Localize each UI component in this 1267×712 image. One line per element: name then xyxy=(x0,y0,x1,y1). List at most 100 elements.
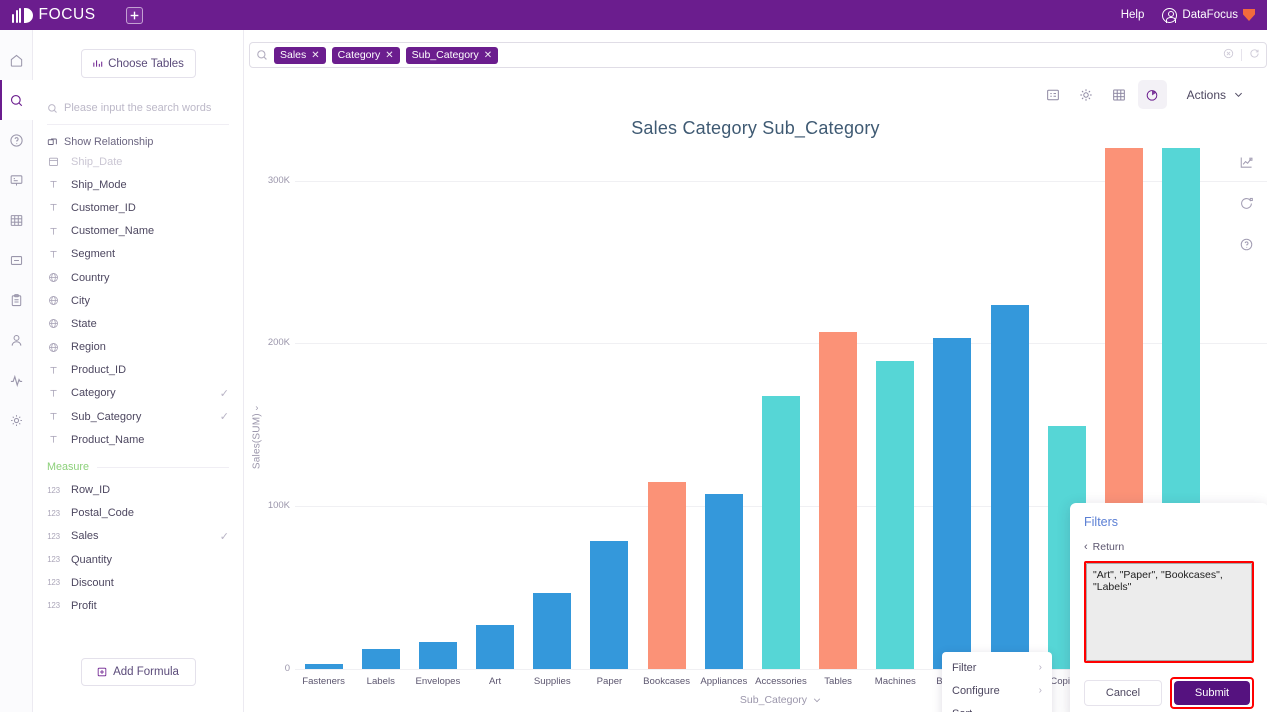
bar[interactable] xyxy=(361,648,400,669)
field-row[interactable]: 123 Quantity xyxy=(33,548,243,571)
field-row[interactable]: Category ✓ xyxy=(33,382,243,405)
chip-remove-icon[interactable]: ✕ xyxy=(385,50,393,61)
chart-help-button[interactable] xyxy=(1239,237,1254,252)
bar[interactable] xyxy=(304,664,343,669)
rail-item-monitor[interactable] xyxy=(0,360,33,400)
field-type-icon xyxy=(47,202,60,213)
help-link[interactable]: Help xyxy=(1121,9,1145,21)
bar[interactable] xyxy=(990,304,1029,669)
chart-settings-button[interactable] xyxy=(1072,80,1101,109)
field-row[interactable]: City xyxy=(33,289,243,312)
bar-column[interactable]: Envelopes xyxy=(409,148,466,687)
field-label: Region xyxy=(71,341,106,354)
bar[interactable] xyxy=(876,360,915,669)
search-chip[interactable]: Sales ✕ xyxy=(274,46,326,64)
filter-value-textarea[interactable] xyxy=(1086,563,1252,661)
bar[interactable] xyxy=(418,642,457,669)
rail-item-dashboard[interactable] xyxy=(0,160,33,200)
rail-item-account[interactable] xyxy=(0,320,33,360)
bar[interactable] xyxy=(647,481,686,669)
field-row[interactable]: Ship_Date xyxy=(33,150,243,173)
bar-column[interactable]: Accessories xyxy=(752,148,809,687)
bar[interactable] xyxy=(819,332,858,669)
field-row[interactable]: State xyxy=(33,312,243,335)
summary-view-button[interactable] xyxy=(1039,80,1068,109)
bar[interactable] xyxy=(533,592,572,669)
bar-column[interactable]: Paper xyxy=(581,148,638,687)
search-bar[interactable]: Sales ✕ Category ✕ Sub_Category ✕ xyxy=(249,42,1267,68)
refresh-search-button[interactable] xyxy=(1249,46,1260,64)
field-row[interactable]: 123 Sales ✓ xyxy=(33,525,243,548)
bar-column[interactable]: Machines xyxy=(867,148,924,687)
bar[interactable] xyxy=(476,624,515,669)
bar[interactable] xyxy=(704,493,743,669)
rail-item-home[interactable] xyxy=(0,40,33,80)
bar-column[interactable]: Labels xyxy=(352,148,409,687)
refresh-icon xyxy=(1250,49,1259,58)
field-row[interactable]: 123 Row_ID xyxy=(33,478,243,501)
choose-tables-button[interactable]: Choose Tables xyxy=(80,49,196,78)
field-row[interactable]: 123 Discount xyxy=(33,571,243,594)
field-row[interactable]: Region xyxy=(33,336,243,359)
rail-item-search[interactable] xyxy=(0,80,33,120)
field-type-icon: 123 xyxy=(47,485,60,495)
actions-dropdown[interactable]: Actions xyxy=(1187,88,1244,102)
field-row[interactable]: 123 Profit xyxy=(33,594,243,617)
bar-column[interactable]: Appliances xyxy=(695,148,752,687)
summary-icon xyxy=(1047,89,1059,100)
bar-column[interactable]: Bookcases xyxy=(638,148,695,687)
app-logo[interactable]: FOCUS xyxy=(12,6,96,24)
context-menu-item[interactable]: Sort xyxy=(942,702,1052,712)
bar-column[interactable]: Tables xyxy=(810,148,867,687)
x-axis-tick: Art xyxy=(488,676,502,687)
filters-return-button[interactable]: ‹ Return xyxy=(1084,541,1254,553)
data-panel-search[interactable]: Please input the search words xyxy=(47,102,229,125)
search-chip[interactable]: Sub_Category ✕ xyxy=(405,46,499,64)
submit-button[interactable]: Submit xyxy=(1174,681,1250,705)
bar-column[interactable]: Storage xyxy=(981,148,1038,687)
field-row[interactable]: Customer_ID xyxy=(33,196,243,219)
field-row[interactable]: Customer_Name xyxy=(33,220,243,243)
rail-item-help[interactable] xyxy=(0,120,33,160)
bar-column[interactable]: Supplies xyxy=(524,148,581,687)
account-menu[interactable]: DataFocus xyxy=(1162,7,1255,23)
context-menu-item[interactable]: Configure › xyxy=(942,679,1052,702)
y-axis-label[interactable]: Sales(SUM) › xyxy=(250,403,264,470)
field-row[interactable]: Product_ID xyxy=(33,359,243,382)
field-row[interactable]: Segment xyxy=(33,243,243,266)
table-view-button[interactable] xyxy=(1105,80,1134,109)
add-formula-button[interactable]: Add Formula xyxy=(80,658,196,686)
top-bar-right: Help DataFocus xyxy=(1121,7,1255,23)
bar[interactable] xyxy=(761,396,800,669)
search-chip[interactable]: Category ✕ xyxy=(331,46,400,64)
rail-item-collections[interactable] xyxy=(0,240,33,280)
trend-chart-button[interactable] xyxy=(1239,155,1254,170)
cancel-button[interactable]: Cancel xyxy=(1084,680,1162,706)
field-row[interactable]: Country xyxy=(33,266,243,289)
bar-column[interactable]: Art xyxy=(467,148,524,687)
add-tab-button[interactable] xyxy=(125,6,143,24)
field-row[interactable]: Product_Name xyxy=(33,428,243,451)
bar[interactable] xyxy=(590,541,629,669)
bar-column[interactable]: Binders xyxy=(924,148,981,687)
field-label: Category xyxy=(71,387,116,400)
field-row[interactable]: Ship_Mode xyxy=(33,173,243,196)
field-row[interactable]: Sub_Category ✓ xyxy=(33,405,243,428)
clear-search-button[interactable] xyxy=(1223,46,1234,64)
x-axis-label-text: Sub_Category xyxy=(739,694,808,706)
rail-item-tasks[interactable] xyxy=(0,280,33,320)
chip-remove-icon[interactable]: ✕ xyxy=(484,50,492,61)
refresh-chart-button[interactable] xyxy=(1239,196,1254,211)
bar[interactable] xyxy=(933,337,972,669)
field-row[interactable]: 123 Postal_Code xyxy=(33,502,243,525)
chip-remove-icon[interactable]: ✕ xyxy=(311,50,319,61)
context-menu-item[interactable]: Filter › xyxy=(942,656,1052,679)
chart-view-button[interactable] xyxy=(1137,80,1167,109)
bar-column[interactable]: Fasteners xyxy=(295,148,352,687)
context-menu-label: Sort xyxy=(952,708,972,712)
y-axis-tick: 100K xyxy=(267,500,290,512)
rail-item-settings[interactable] xyxy=(0,400,33,440)
rail-item-tables[interactable] xyxy=(0,200,33,240)
choose-tables-label: Choose Tables xyxy=(108,57,184,70)
show-relationship-button[interactable]: Show Relationship xyxy=(47,136,229,148)
